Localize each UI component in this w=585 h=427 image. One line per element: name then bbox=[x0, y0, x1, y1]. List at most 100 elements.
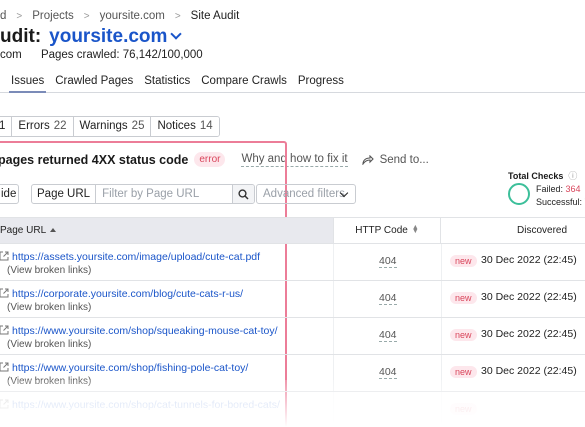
crawl-meta: com Pages crawled: 76,142/100,000 bbox=[0, 49, 203, 61]
filter-errors-count: 22 bbox=[53, 120, 67, 132]
view-broken-links-link[interactable]: (View broken links) bbox=[7, 265, 91, 276]
column-divider bbox=[333, 318, 334, 354]
discovered-date: 30 Dec 2022 (22:45) bbox=[481, 365, 577, 377]
tab-crawled-pages[interactable]: Crawled Pages bbox=[55, 68, 133, 92]
sort-icon: ▲ ▼ bbox=[411, 224, 419, 236]
filter-field-select[interactable]: Page URL bbox=[32, 185, 97, 203]
info-icon[interactable]: ⓘ bbox=[568, 169, 577, 182]
checks-failed-value[interactable]: 364 bbox=[566, 184, 581, 194]
external-link-icon[interactable] bbox=[0, 399, 9, 409]
filter-notices-label: Notices bbox=[157, 120, 196, 132]
filter-all-count: 1 bbox=[0, 120, 5, 132]
page-url-link[interactable]: https://www.yoursite.com/shop/fishing-po… bbox=[12, 362, 248, 374]
column-header-discovered[interactable]: Discovered bbox=[441, 218, 585, 243]
http-code[interactable]: 404 bbox=[379, 366, 397, 379]
tab-statistics[interactable]: Statistics bbox=[144, 68, 190, 92]
view-broken-links-link[interactable]: (View broken links) bbox=[7, 376, 91, 387]
breadcrumb-item[interactable]: yoursite.com bbox=[100, 10, 165, 22]
pages-crawled-value: 76,142/100,000 bbox=[122, 49, 203, 61]
issue-header: pages returned 4XX status code error Why… bbox=[0, 152, 429, 167]
search-icon bbox=[238, 188, 249, 200]
http-code[interactable]: 404 bbox=[379, 292, 397, 305]
search-button[interactable] bbox=[232, 185, 255, 203]
advanced-filters-label: Advanced filters bbox=[263, 188, 345, 200]
http-code[interactable]: 404 bbox=[379, 255, 397, 268]
filter-errors-label: Errors bbox=[18, 120, 50, 132]
page-url-link[interactable]: https://www.yoursite.com/shop/squeaking-… bbox=[12, 325, 278, 337]
new-badge: new bbox=[450, 403, 477, 415]
checks-donut-chart bbox=[508, 183, 530, 205]
external-link-icon[interactable] bbox=[0, 325, 9, 335]
column-header-discovered-label: Discovered bbox=[517, 225, 568, 236]
filter-all-button[interactable]: 1 bbox=[0, 117, 13, 136]
total-checks-label: Total Checks bbox=[508, 171, 564, 181]
column-header-page-url[interactable]: Page URL bbox=[0, 218, 333, 243]
search-input[interactable] bbox=[96, 185, 233, 203]
discovered-date: 30 Dec 2022 (22:45) bbox=[481, 254, 577, 266]
column-header-page-url-label: Page URL bbox=[0, 225, 47, 236]
http-code[interactable]: 404 bbox=[379, 329, 397, 342]
column-header-http-code[interactable]: HTTP Code ▲ ▼ bbox=[333, 218, 441, 243]
view-broken-links-link[interactable]: (View broken links) bbox=[7, 339, 91, 350]
column-divider bbox=[333, 281, 334, 317]
sort-ascending-icon bbox=[50, 228, 57, 232]
filter-errors-button[interactable]: Errors 22 bbox=[12, 117, 74, 136]
column-divider bbox=[441, 392, 442, 427]
checks-successful-label: Successful: bbox=[536, 197, 583, 207]
domain-fragment: com bbox=[0, 49, 22, 61]
new-badge: new bbox=[450, 292, 477, 304]
tab-compare-crawls[interactable]: Compare Crawls bbox=[201, 68, 287, 92]
filter-warnings-count: 25 bbox=[131, 120, 145, 132]
page-title-prefix: udit: bbox=[0, 26, 42, 47]
chevron-right-icon: > bbox=[83, 10, 90, 22]
external-link-icon[interactable] bbox=[0, 288, 9, 298]
tab-issues[interactable]: Issues bbox=[8, 68, 47, 93]
view-broken-links-link[interactable]: (View broken links) bbox=[7, 302, 91, 313]
discovered-date: 30 Dec 2022 (22:45) bbox=[481, 328, 577, 340]
audit-tabs: Issues Crawled Pages Statistics Compare … bbox=[0, 68, 585, 93]
breadcrumb: d > Projects > yoursite.com > Site Audit bbox=[0, 9, 239, 23]
issue-title: pages returned 4XX status code bbox=[0, 152, 189, 167]
filter-notices-button[interactable]: Notices 14 bbox=[151, 117, 219, 136]
page-url-link[interactable]: https://corporate.yoursite.com/blog/cute… bbox=[12, 288, 243, 300]
new-badge: new bbox=[450, 329, 477, 341]
external-link-icon[interactable] bbox=[0, 362, 9, 372]
project-domain-selector[interactable]: yoursite.com bbox=[49, 26, 167, 48]
external-link-icon[interactable] bbox=[0, 251, 9, 261]
table-row: https://www.yoursite.com/shop/squeaking-… bbox=[0, 318, 585, 355]
why-fix-link[interactable]: Why and how to fix it bbox=[241, 153, 348, 167]
share-arrow-icon bbox=[362, 154, 374, 165]
column-divider bbox=[441, 318, 442, 354]
filter-notices-count: 14 bbox=[199, 120, 213, 132]
page-url-link[interactable]: https://assets.yoursite.com/image/upload… bbox=[12, 251, 260, 263]
send-to-label: Send to... bbox=[379, 153, 429, 166]
chevron-down-icon[interactable] bbox=[170, 28, 183, 40]
new-badge: new bbox=[450, 366, 477, 378]
breadcrumb-item-current: Site Audit bbox=[190, 10, 240, 22]
column-header-http-code-label: HTTP Code bbox=[355, 225, 408, 236]
advanced-filters-dropdown[interactable]: Advanced filters bbox=[256, 184, 356, 204]
column-divider bbox=[333, 392, 334, 427]
breadcrumb-item[interactable]: Projects bbox=[32, 10, 74, 22]
send-to-button[interactable]: Send to... bbox=[362, 154, 429, 166]
filter-warnings-button[interactable]: Warnings 25 bbox=[73, 117, 152, 136]
chevron-right-icon: > bbox=[16, 10, 23, 22]
tab-progress[interactable]: Progress bbox=[298, 68, 344, 92]
new-badge: new bbox=[450, 255, 477, 267]
hide-button[interactable]: ide bbox=[0, 184, 19, 204]
table-row: https://assets.yoursite.com/image/upload… bbox=[0, 244, 585, 281]
page-url-link[interactable]: https://www.yoursite.com/shop/cat-tunnel… bbox=[12, 399, 280, 411]
severity-filter-group: 1 Errors22 Warnings25 Notices14 bbox=[0, 116, 220, 137]
column-divider bbox=[441, 244, 442, 280]
checks-failed: Failed: 364 bbox=[536, 184, 581, 194]
checks-successful: Successful: 7 bbox=[536, 197, 585, 207]
error-badge: error bbox=[194, 152, 226, 167]
table-row: https://corporate.yoursite.com/blog/cute… bbox=[0, 281, 585, 318]
breadcrumb-item[interactable]: d bbox=[0, 10, 6, 22]
column-divider bbox=[333, 244, 334, 280]
table-row: https://www.yoursite.com/shop/cat-tunnel… bbox=[0, 392, 585, 427]
table-row: https://www.yoursite.com/shop/fishing-po… bbox=[0, 355, 585, 392]
url-filter: Page URL bbox=[31, 184, 256, 204]
checks-failed-label: Failed: bbox=[536, 184, 564, 194]
hide-button-label: ide bbox=[1, 188, 17, 200]
